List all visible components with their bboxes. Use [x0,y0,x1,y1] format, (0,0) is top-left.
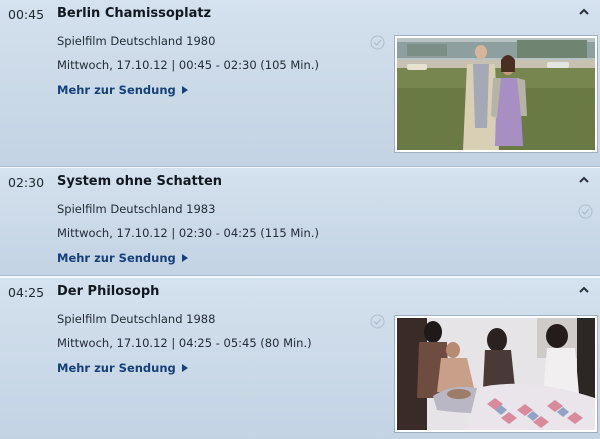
program-image[interactable] [395,36,597,152]
more-info-label: Mehr zur Sendung [57,83,176,97]
chevron-up-icon[interactable] [578,6,590,18]
program-schedule: Mittwoch, 17.10.12 | 04:25 - 05:45 (80 M… [57,336,312,350]
triangle-right-icon [181,254,188,262]
program-genre: Spielfilm Deutschland 1988 [57,312,216,326]
program-entry: 02:30 System ohne Schatten Spielfilm Deu… [0,168,600,275]
checkmark-circle-icon[interactable] [370,314,385,329]
triangle-right-icon [181,86,188,94]
program-genre: Spielfilm Deutschland 1983 [57,202,216,216]
more-info-link[interactable]: Mehr zur Sendung [57,251,188,265]
more-info-label: Mehr zur Sendung [57,251,176,265]
broadcast-time: 02:30 [8,175,45,190]
program-schedule: Mittwoch, 17.10.12 | 00:45 - 02:30 (105 … [57,58,319,72]
program-entry: 04:25 Der Philosoph Spielfilm Deutschlan… [0,278,600,439]
chevron-up-icon[interactable] [578,174,590,186]
program-title[interactable]: Der Philosoph [57,284,159,299]
film-still [397,38,595,150]
film-still [397,318,595,430]
program-title[interactable]: Berlin Chamissoplatz [57,6,211,21]
chevron-up-icon[interactable] [578,284,590,296]
program-image[interactable] [395,316,597,432]
more-info-link[interactable]: Mehr zur Sendung [57,361,188,375]
program-list: 00:45 Berlin Chamissoplatz Spielfilm Deu… [0,0,600,439]
broadcast-time: 00:45 [8,7,45,22]
program-entry: 00:45 Berlin Chamissoplatz Spielfilm Deu… [0,0,600,166]
program-title[interactable]: System ohne Schatten [57,174,222,189]
broadcast-time: 04:25 [8,285,45,300]
program-schedule: Mittwoch, 17.10.12 | 02:30 - 04:25 (115 … [57,226,319,240]
program-genre: Spielfilm Deutschland 1980 [57,34,216,48]
checkmark-circle-icon[interactable] [370,35,385,50]
triangle-right-icon [181,364,188,372]
more-info-link[interactable]: Mehr zur Sendung [57,83,188,97]
checkmark-circle-icon[interactable] [578,204,593,219]
more-info-label: Mehr zur Sendung [57,361,176,375]
